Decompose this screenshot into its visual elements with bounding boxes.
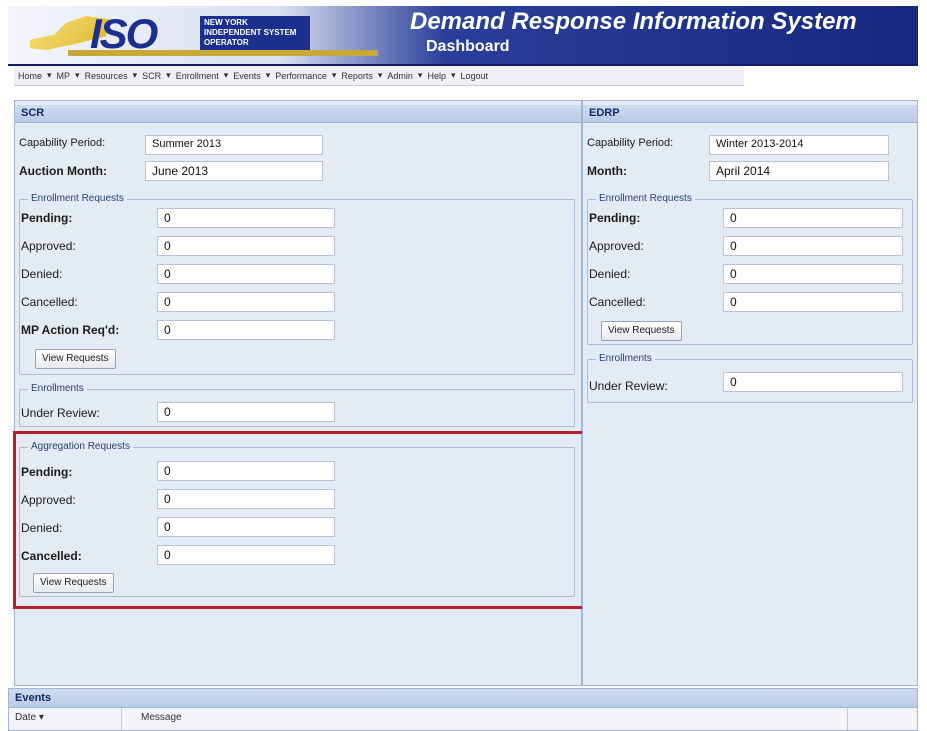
scr-capability-period-field[interactable]: Summer 2013	[145, 135, 323, 155]
column-divider	[847, 708, 848, 730]
scr-er-mp-action-field[interactable]: 0	[157, 320, 335, 340]
edrp-er-cancelled-label: Cancelled:	[589, 295, 646, 309]
edrp-month-field[interactable]: April 2014	[709, 161, 889, 181]
events-panel-title: Events	[9, 689, 917, 708]
edrp-enrollment-requests-legend: Enrollment Requests	[596, 193, 695, 204]
scr-er-mp-action-label: MP Action Req'd:	[21, 323, 120, 337]
menu-item-logout[interactable]: Logout	[461, 71, 489, 81]
menu-item-events[interactable]: Events	[233, 71, 261, 81]
edrp-er-approved-field[interactable]: 0	[723, 236, 903, 256]
scr-er-view-requests-button[interactable]: View Requests	[35, 349, 116, 369]
menu-item-scr[interactable]: SCR	[142, 71, 161, 81]
events-grid-header: Date ▾ Message	[9, 708, 917, 730]
edrp-er-pending-label: Pending:	[589, 211, 641, 225]
scr-er-cancelled-label: Cancelled:	[21, 295, 78, 309]
events-col-date[interactable]: Date ▾	[15, 712, 44, 723]
edrp-er-cancelled-field[interactable]: 0	[723, 292, 903, 312]
edrp-er-denied-field[interactable]: 0	[723, 264, 903, 284]
aggregation-requests-highlight	[13, 431, 586, 609]
scr-er-pending-field[interactable]: 0	[157, 208, 335, 228]
scr-auction-month-field[interactable]: June 2013	[145, 161, 323, 181]
column-divider	[121, 708, 122, 730]
events-col-message[interactable]: Message	[141, 712, 182, 723]
edrp-er-denied-label: Denied:	[589, 267, 631, 281]
edrp-capability-period-label: Capability Period:	[587, 137, 674, 149]
edrp-under-review-label: Under Review:	[589, 379, 668, 393]
menu-item-admin[interactable]: Admin	[387, 71, 413, 81]
menu-item-resources[interactable]: Resources	[85, 71, 128, 81]
logo-subtitle: NEW YORK INDEPENDENT SYSTEM OPERATOR	[200, 16, 310, 50]
scr-under-review-label: Under Review:	[21, 406, 100, 420]
edrp-under-review-field[interactable]: 0	[723, 372, 903, 392]
main-menu: Home ▾ MP ▾ Resources ▾ SCR ▾ Enrollment ▾ Ev…	[14, 66, 744, 86]
scr-er-approved-field[interactable]: 0	[157, 236, 335, 256]
menu-item-reports[interactable]: Reports	[341, 71, 373, 81]
scr-capability-period-label: Capability Period:	[19, 137, 106, 149]
edrp-er-pending-field[interactable]: 0	[723, 208, 903, 228]
edrp-panel-title: EDRP	[583, 105, 917, 123]
scr-auction-month-label: Auction Month:	[19, 164, 107, 178]
menu-item-home[interactable]: Home	[18, 71, 42, 81]
edrp-month-label: Month:	[587, 164, 627, 178]
menu-item-mp[interactable]: MP	[57, 71, 71, 81]
app-title: Demand Response Information System	[410, 8, 857, 35]
scr-enrollments-legend: Enrollments	[28, 383, 87, 394]
scr-er-denied-field[interactable]: 0	[157, 264, 335, 284]
events-panel: Events Date ▾ Message	[8, 688, 918, 731]
scr-er-cancelled-field[interactable]: 0	[157, 292, 335, 312]
scr-er-denied-label: Denied:	[21, 267, 63, 281]
edrp-enrollments-legend: Enrollments	[596, 353, 655, 364]
app-header: ISO NEW YORK INDEPENDENT SYSTEM OPERATOR…	[8, 6, 918, 66]
scr-under-review-field[interactable]: 0	[157, 402, 335, 422]
edrp-er-view-requests-button[interactable]: View Requests	[601, 321, 682, 341]
page-subtitle: Dashboard	[426, 38, 510, 55]
edrp-panel: EDRP Capability Period: Winter 2013-2014…	[582, 100, 918, 686]
menu-item-enrollment[interactable]: Enrollment	[176, 71, 219, 81]
scr-er-approved-label: Approved:	[21, 239, 76, 253]
scr-enrollment-requests-legend: Enrollment Requests	[28, 193, 127, 204]
menu-item-help[interactable]: Help	[427, 71, 446, 81]
logo-strip	[68, 50, 378, 56]
edrp-capability-period-field[interactable]: Winter 2013-2014	[709, 135, 889, 155]
menu-item-performance[interactable]: Performance	[275, 71, 327, 81]
scr-er-pending-label: Pending:	[21, 211, 73, 225]
scr-panel-title: SCR	[15, 105, 581, 123]
edrp-er-approved-label: Approved:	[589, 239, 644, 253]
